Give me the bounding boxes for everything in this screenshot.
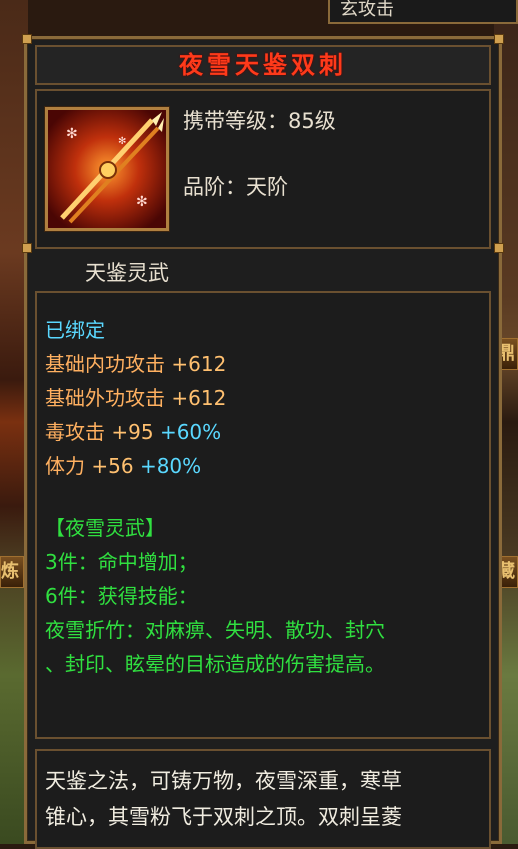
attr-percent: +60%: [159, 420, 222, 444]
corner-ornament: [494, 243, 504, 253]
corner-ornament: [22, 243, 32, 253]
attr-value: +56: [91, 454, 134, 478]
skill-line-1: 夜雪折竹：对麻痹、失明、散功、封穴: [45, 618, 385, 642]
bound-status: 已绑定: [45, 318, 105, 342]
set-name: 天鉴灵武: [85, 261, 169, 285]
attr-value: +612: [171, 386, 227, 410]
attr-name: 体力: [45, 454, 85, 478]
svg-text:✻: ✻: [66, 126, 78, 142]
item-info: ✻ ✻ ✻ 携带等级：85级 品阶：天阶: [35, 89, 491, 249]
attr-name: 基础外功攻击: [45, 386, 165, 410]
svg-text:✻: ✻: [136, 194, 148, 210]
attr-row: 毒攻击 +95 +60%: [45, 415, 489, 449]
set-title: 【夜雪灵武】: [45, 516, 165, 540]
attr-value: +612: [171, 352, 227, 376]
description-line-1: 天鉴之法，可铸万物，夜雪深重，寒草: [45, 769, 402, 793]
attr-row: 基础外功攻击 +612: [45, 381, 489, 415]
twin-spear-icon: ✻ ✻ ✻: [45, 107, 169, 231]
attack-tab[interactable]: 玄攻击: [328, 0, 518, 24]
side-tag-left[interactable]: 炼: [0, 556, 24, 588]
attr-name: 基础内功攻击: [45, 352, 165, 376]
attr-row: 基础内功攻击 +612: [45, 347, 489, 381]
item-tooltip: 夜雪天鉴双刺 ✻ ✻ ✻ 携带等级：85级 品阶：天阶 天鉴灵武 已绑定 基础内…: [22, 34, 504, 849]
carry-level-value: 85级: [288, 109, 336, 133]
carry-level: 携带等级：85级: [183, 105, 336, 135]
corner-ornament: [22, 34, 32, 44]
item-description: 天鉴之法，可铸万物，夜雪深重，寒草 锥心，其雪粉飞于双刺之顶。双刺呈菱: [35, 749, 491, 849]
skill-line-2: 、封印、眩晕的目标造成的伤害提高。: [45, 652, 385, 676]
attr-value: +95: [111, 420, 154, 444]
grade-value: 天阶: [246, 175, 288, 199]
corner-ornament: [494, 34, 504, 44]
description-line-2: 锥心，其雪粉飞于双刺之顶。双刺呈菱: [45, 805, 402, 829]
attr-row: 体力 +56 +80%: [45, 449, 489, 483]
set-bonus-6: 6件：获得技能：: [45, 584, 198, 608]
attr-name: 毒攻击: [45, 420, 105, 444]
item-stats: 已绑定 基础内功攻击 +612 基础外功攻击 +612 毒攻击 +95 +60%…: [35, 291, 491, 739]
carry-level-label: 携带等级：: [183, 109, 288, 133]
grade-label: 品阶：: [183, 175, 246, 199]
attr-percent: +80%: [139, 454, 202, 478]
set-bonus-3: 3件：命中增加；: [45, 550, 198, 574]
grade: 品阶：天阶: [183, 171, 288, 201]
svg-text:✻: ✻: [118, 136, 126, 147]
item-name: 夜雪天鉴双刺: [35, 45, 491, 85]
